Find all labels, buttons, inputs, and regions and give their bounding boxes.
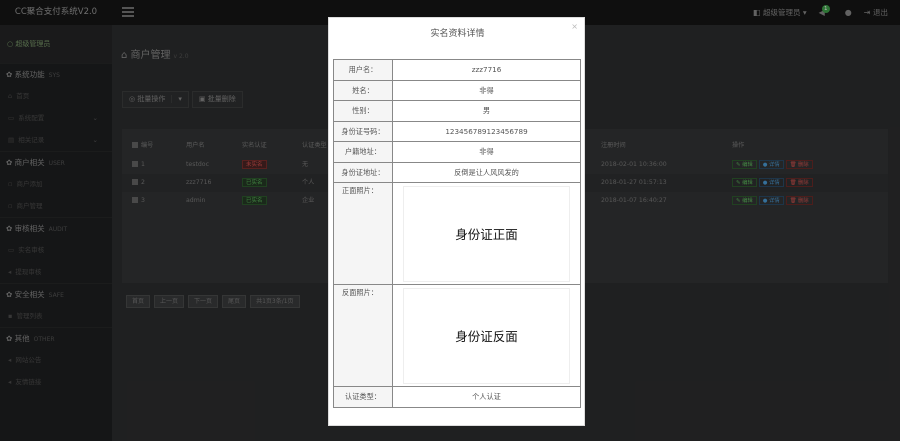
- detail-row-id-address: 身份证地址： 反倒是让人风风发的: [333, 161, 581, 183]
- detail-row-id-number: 身份证号码： 123456789123456789: [333, 120, 581, 142]
- detail-row-household-address: 户籍地址： 非得: [333, 141, 581, 163]
- id-card-back-image[interactable]: 身份证反面: [403, 287, 570, 384]
- close-icon[interactable]: ×: [571, 22, 578, 31]
- detail-table: 用户名： zzz7716 姓名： 非得 性别： 男 身份证号码： 1234567…: [333, 59, 581, 408]
- detail-row-username: 用户名： zzz7716: [333, 59, 581, 81]
- detail-row-auth-type: 认证类型： 个人认证: [333, 386, 581, 408]
- realname-detail-modal: 实名资料详情 × 用户名： zzz7716 姓名： 非得 性别： 男 身份证号码…: [328, 17, 585, 426]
- id-card-front-image[interactable]: 身份证正面: [403, 185, 570, 282]
- detail-row-back-photo: 反面照片： 身份证反面: [333, 284, 581, 387]
- modal-title: 实名资料详情: [430, 29, 485, 39]
- detail-row-name: 姓名： 非得: [333, 79, 581, 101]
- detail-row-front-photo: 正面照片： 身份证正面: [333, 182, 581, 285]
- detail-row-gender: 性别： 男: [333, 100, 581, 122]
